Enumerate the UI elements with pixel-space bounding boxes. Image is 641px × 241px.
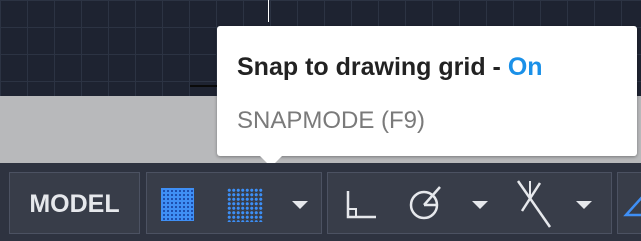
model-space-label: MODEL [29,190,120,218]
chevron-down-icon[interactable] [472,201,488,209]
tooltip-state: On [507,53,543,81]
ortho-mode-icon[interactable] [342,187,380,223]
tooltip-command: SNAPMODE (F9) [237,107,426,134]
model-space-button[interactable]: MODEL [9,172,140,234]
snap-tooltip: Snap to drawing grid - On SNAPMODE (F9) [217,26,637,156]
grid-snap-group [146,172,322,234]
crosshair-line [190,85,220,87]
tooltip-title-text: Snap to drawing grid - [237,53,508,81]
chevron-down-icon[interactable] [292,201,308,209]
osnap-group [617,172,641,234]
polar-tracking-icon[interactable] [404,183,448,223]
drafting-aids-group [327,172,612,234]
grid-display-icon[interactable] [161,188,194,221]
snap-mode-icon[interactable] [227,188,263,222]
ucs-axis-line [268,0,269,22]
isometric-drafting-icon[interactable] [508,179,558,229]
osnap-icon[interactable] [622,189,641,219]
status-bar: MODEL [0,163,641,241]
tooltip-title: Snap to drawing grid - On [237,53,543,82]
chevron-down-icon[interactable] [576,201,592,209]
